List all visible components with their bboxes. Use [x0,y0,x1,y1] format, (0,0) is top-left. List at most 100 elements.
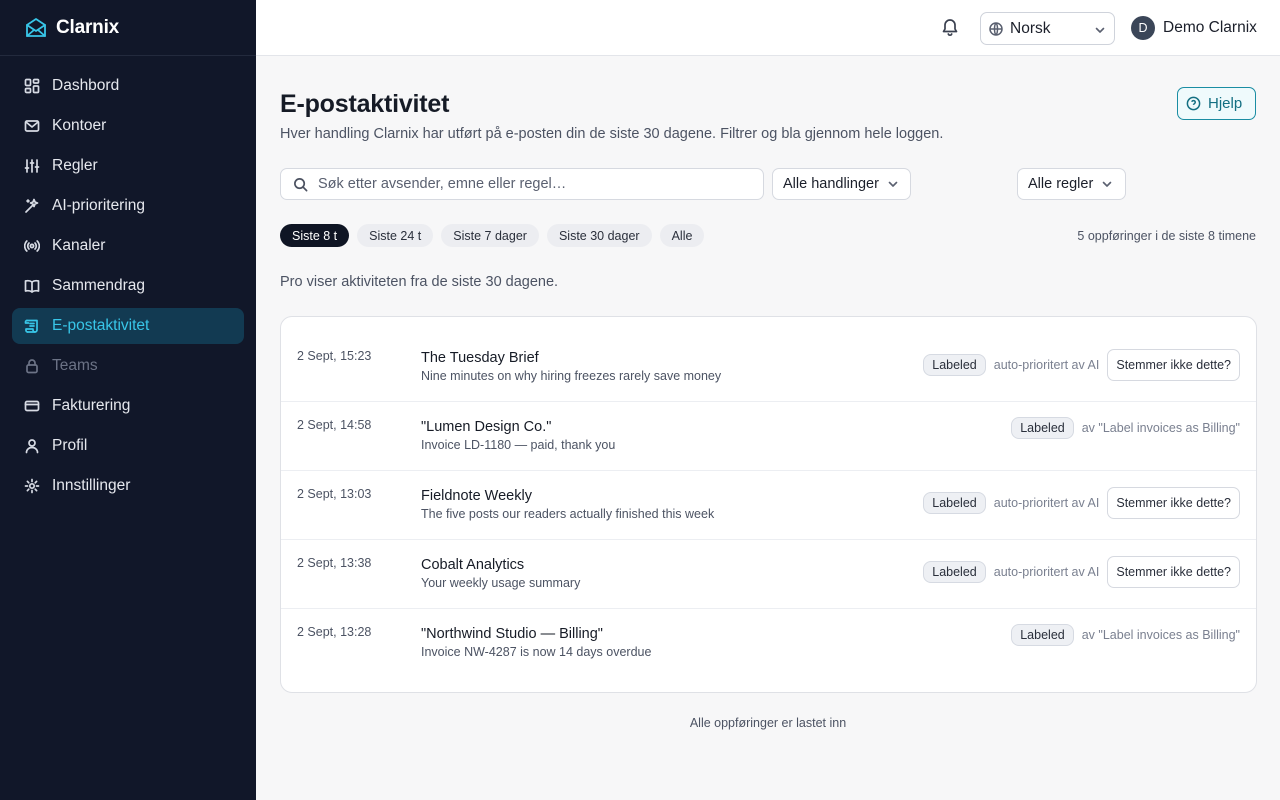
log-sender: "Northwind Studio — Billing" [421,626,603,642]
sidebar-item-label: E-postaktivitet [52,317,150,334]
chip-last-8h[interactable]: Siste 8 t [280,224,350,247]
log-row[interactable]: 2 Sept, 13:28 "Northwind Studio — Billin… [281,609,1256,678]
sidebar-item-kanaler[interactable]: Kanaler [12,228,244,264]
log-time: 2 Sept, 13:28 [297,625,372,639]
all-loaded-note: Alle oppføringer er lastet inn [689,716,847,730]
status-badge: Labeled [1011,417,1074,439]
avatar: D [1131,16,1155,40]
sidebar-item-regler[interactable]: Regler [12,148,244,184]
sidebar-item-sammendrag[interactable]: Sammendrag [12,268,244,304]
search-icon [294,177,308,191]
sidebar-item-label: Innstillinger [52,477,131,494]
sparkle-icon [24,198,40,214]
sidebar-item-teams: Teams [12,348,244,384]
dispute-button[interactable]: Stemmer ikke dette? [1107,487,1240,519]
log-reason: av "Label invoices as Billing" [1081,421,1240,435]
lock-icon [24,358,40,374]
log-sender: Cobalt Analytics [421,557,525,573]
broadcast-icon [24,238,40,254]
sidebar-item-e-postaktivitet[interactable]: E-postaktivitet [12,308,244,344]
sidebar-item-label: Sammendrag [52,277,146,294]
log-subject: Your weekly usage summary [421,576,581,590]
bell-icon[interactable] [940,17,962,39]
log-sender: Fieldnote Weekly [421,488,532,504]
log-actions: Labeled auto-prioritert av AI Stemmer ik… [923,487,1240,519]
sliders-icon [24,158,40,174]
sidebar: Clarnix Dashbord Kontoer Regler AI-prior… [0,0,256,800]
envelope-logo-icon [24,16,48,40]
sidebar-item-label: Kontoer [52,117,107,134]
pro-note: Pro viser aktiviteten fra de siste 30 da… [280,274,559,290]
help-circle-icon [1186,96,1201,111]
sidebar-item-label: Kanaler [52,237,106,254]
log-actions: Labeled auto-prioritert av AI Stemmer ik… [923,349,1240,381]
log-time: 2 Sept, 13:03 [297,487,372,501]
log-actions: Labeled av "Label invoices as Billing" [1011,417,1240,439]
chip-last-7-days[interactable]: Siste 7 dager [441,224,539,247]
mail-icon [24,118,40,134]
help-button[interactable]: Hjelp [1177,87,1256,120]
status-badge: Labeled [923,354,986,376]
page-subtitle: Hver handling Clarnix har utført på e-po… [280,126,944,142]
sidebar-item-ai-prioritering[interactable]: AI-prioritering [12,188,244,224]
log-subject: The five posts our readers actually fini… [421,507,715,521]
log-time: 2 Sept, 15:23 [297,349,372,363]
sidebar-item-label: Dashbord [52,77,120,94]
sidebar-item-label: Teams [52,357,98,374]
log-subject: Invoice LD-1180 — paid, thank you [421,438,616,452]
log-row[interactable]: 2 Sept, 13:38 Cobalt Analytics Your week… [281,540,1256,609]
gear-icon [24,478,40,494]
search-box [280,168,764,200]
status-badge: Labeled [1011,624,1074,646]
log-row[interactable]: 2 Sept, 14:58 "Lumen Design Co." Invoice… [281,402,1256,471]
rules-filter-dropdown[interactable]: Alle regler [1017,168,1126,200]
log-subject: Invoice NW-4287 is now 14 days overdue [421,645,652,659]
help-label: Hjelp [1208,95,1243,112]
log-row[interactable]: 2 Sept, 13:03 Fieldnote Weekly The five … [281,471,1256,540]
sidebar-item-label: Profil [52,437,88,454]
user-icon [24,438,40,454]
page-title: E-postaktivitet [280,90,450,118]
sidebar-item-label: Regler [52,157,98,174]
sidebar-nav: Dashbord Kontoer Regler AI-prioritering … [0,56,256,520]
log-row[interactable]: 2 Sept, 15:23 The Tuesday Brief Nine min… [281,333,1256,402]
sidebar-item-innstillinger[interactable]: Innstillinger [12,468,244,504]
scroll-icon [24,318,40,334]
language-select[interactable]: Norsk [980,12,1115,45]
topbar: Norsk D Demo Clarnix [256,0,1280,56]
chip-last-30-days[interactable]: Siste 30 dager [546,224,652,247]
actions-filter-value: Alle handlinger [783,176,879,192]
chevron-down-icon [887,178,899,190]
sidebar-item-label: AI-prioritering [52,197,146,214]
user-name: Demo Clarnix [1163,19,1257,36]
language-value: Norsk [1010,19,1051,37]
search-input[interactable] [318,176,738,192]
log-reason: auto-prioritert av AI [993,358,1100,372]
grid-icon [24,78,40,94]
book-icon [24,278,40,294]
log-actions: Labeled av "Label invoices as Billing" [1011,624,1240,646]
chip-all[interactable]: Alle [659,224,705,247]
sidebar-item-kontoer[interactable]: Kontoer [12,108,244,144]
log-time: 2 Sept, 14:58 [297,418,372,432]
dispute-button[interactable]: Stemmer ikke dette? [1107,556,1240,588]
log-sender: The Tuesday Brief [421,350,539,366]
log-reason: auto-prioritert av AI [993,496,1100,510]
status-badge: Labeled [923,561,986,583]
actions-filter-dropdown[interactable]: Alle handlinger [772,168,911,200]
chip-last-24h[interactable]: Siste 24 t [357,224,434,247]
dispute-button[interactable]: Stemmer ikke dette? [1107,349,1240,381]
globe-icon [989,21,1003,36]
card-icon [24,398,40,414]
sidebar-item-profil[interactable]: Profil [12,428,244,464]
chevron-down-icon [1094,23,1106,35]
sidebar-item-label: Fakturering [52,397,131,414]
log-reason: auto-prioritert av AI [993,565,1100,579]
sidebar-item-fakturering[interactable]: Fakturering [12,388,244,424]
sidebar-item-dashbord[interactable]: Dashbord [12,68,244,104]
log-subject: Nine minutes on why hiring freezes rarel… [421,369,722,383]
brand[interactable]: Clarnix [0,0,256,56]
user-menu[interactable]: D Demo Clarnix [1131,16,1257,40]
log-time: 2 Sept, 13:38 [297,556,372,570]
status-badge: Labeled [923,492,986,514]
